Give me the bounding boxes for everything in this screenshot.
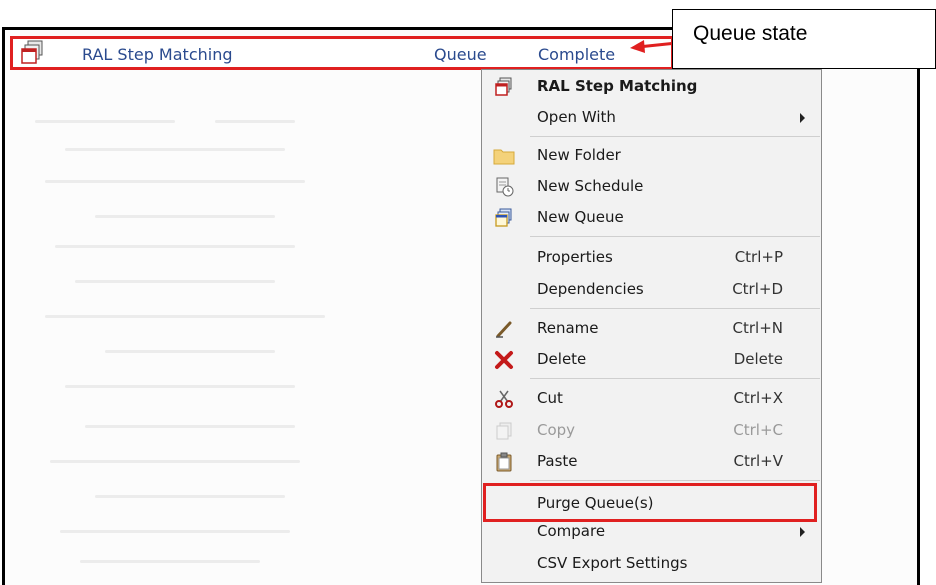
menu-item-open-with[interactable]: Open With <box>482 103 821 133</box>
pencil-icon <box>493 318 515 340</box>
menu-item-new-queue[interactable]: New Queue <box>482 203 821 233</box>
queue-name[interactable]: RAL Step Matching <box>82 45 233 64</box>
menu-item-properties[interactable]: Properties Ctrl+P <box>482 243 821 273</box>
clipboard-icon <box>493 451 515 473</box>
menu-item-csv-export-settings[interactable]: CSV Export Settings <box>482 549 821 579</box>
menu-item-dependencies[interactable]: Dependencies Ctrl+D <box>482 275 821 305</box>
purge-queues-highlight <box>483 483 817 522</box>
copy-icon <box>493 420 515 442</box>
menu-item-delete[interactable]: Delete Delete <box>482 345 821 375</box>
menu-item-copy: Copy Ctrl+C <box>482 416 821 446</box>
queue-state-callout: Queue state <box>672 9 936 69</box>
menu-item-paste[interactable]: Paste Ctrl+V <box>482 447 821 477</box>
menu-item-new-folder[interactable]: New Folder <box>482 141 821 171</box>
queue-state: Complete <box>538 45 616 64</box>
schedule-icon <box>493 176 515 198</box>
scissors-icon <box>493 388 515 410</box>
queue-icon <box>20 40 46 66</box>
new-queue-icon <box>493 207 515 229</box>
callout-text: Queue state <box>693 22 808 45</box>
folder-icon <box>493 145 515 167</box>
submenu-arrow-icon <box>800 527 805 537</box>
queue-type: Queue <box>434 45 487 64</box>
submenu-arrow-icon <box>800 113 805 123</box>
queue-icon <box>493 76 515 98</box>
menu-item-rename[interactable]: Rename Ctrl+N <box>482 314 821 344</box>
menu-item-cut[interactable]: Cut Ctrl+X <box>482 384 821 414</box>
menu-item-new-schedule[interactable]: New Schedule <box>482 172 821 202</box>
delete-x-icon <box>493 349 515 371</box>
menu-item-open-queue[interactable]: RAL Step Matching <box>482 72 821 102</box>
